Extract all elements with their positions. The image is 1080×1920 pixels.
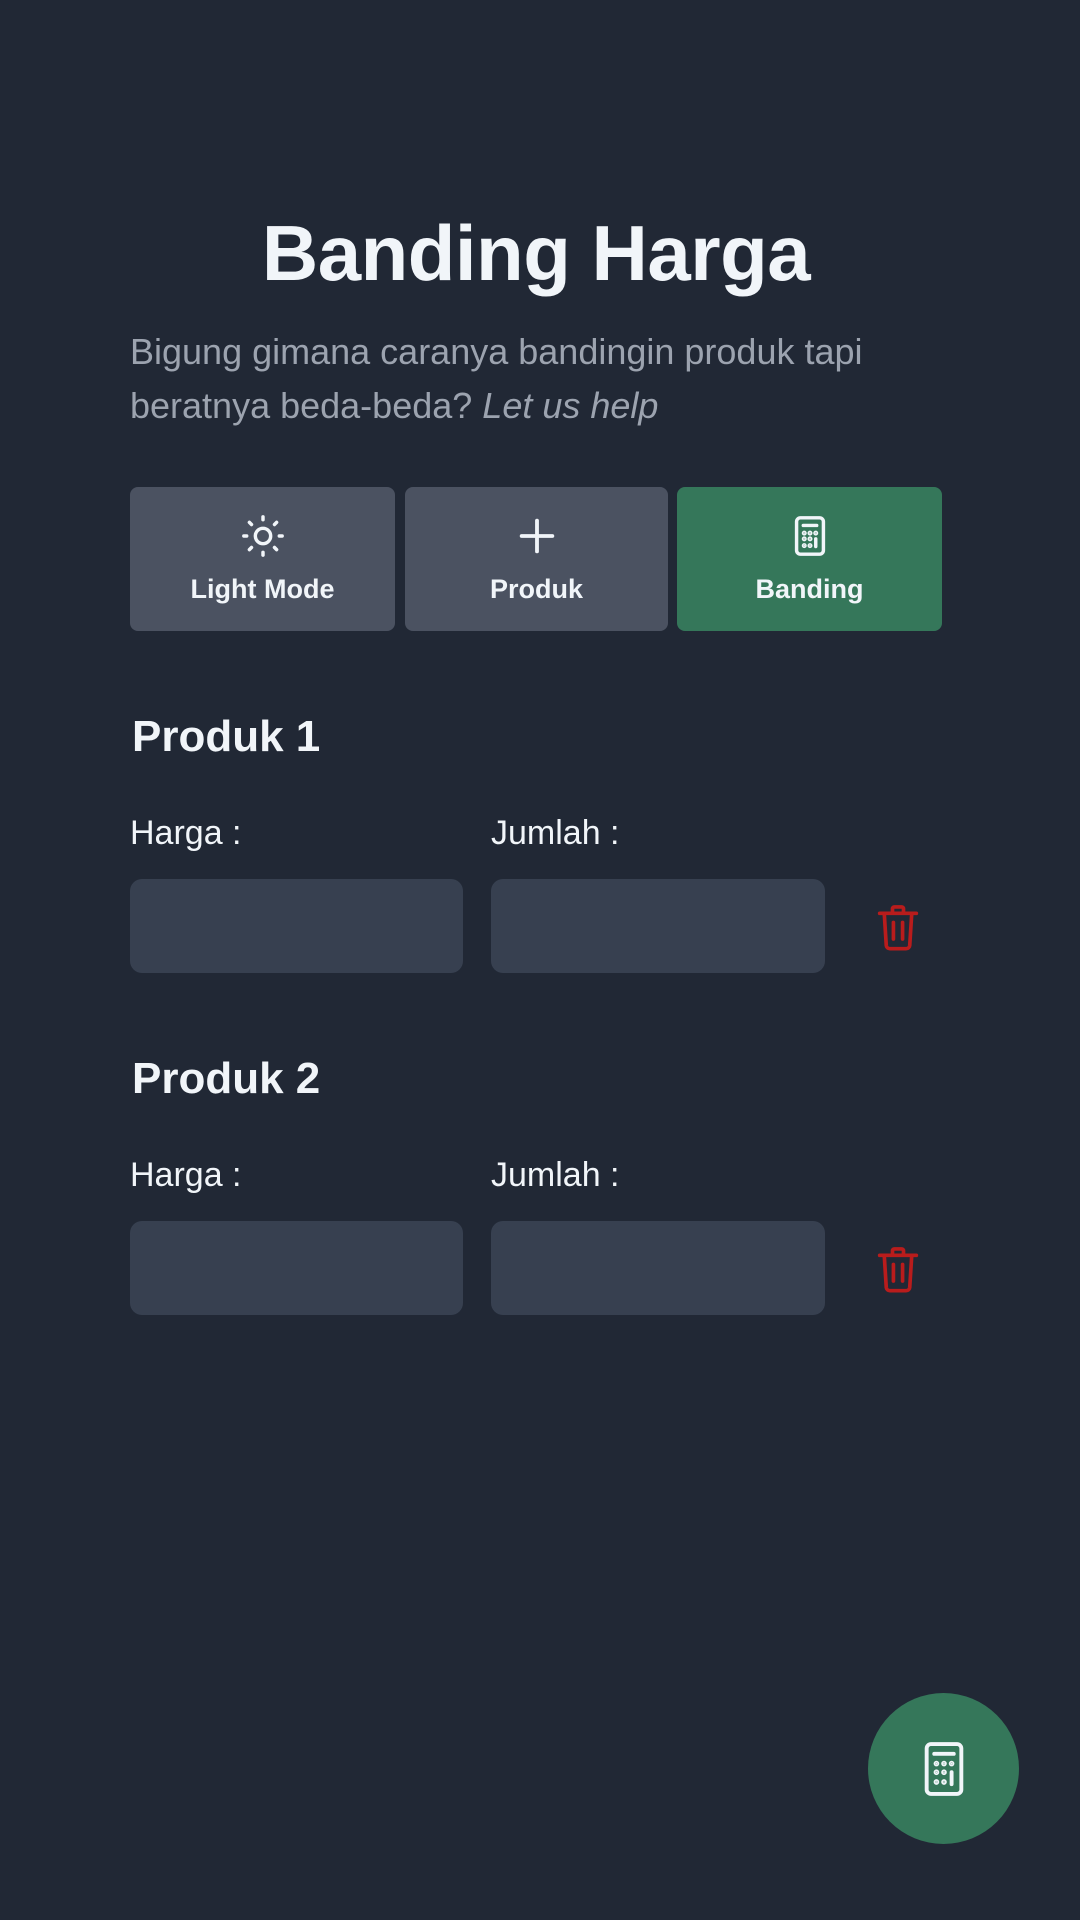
quantity-label: Jumlah : [491, 1156, 620, 1194]
add-product-button[interactable]: Produk [405, 487, 668, 631]
price-input[interactable] [130, 1221, 463, 1315]
calculator-icon [794, 516, 825, 556]
action-bar: Light Mode Produk Banding [130, 487, 942, 631]
delete-product-button[interactable] [870, 901, 926, 955]
price-label: Harga : [130, 814, 242, 852]
compare-label: Banding [755, 574, 864, 604]
price-label: Harga : [130, 1156, 242, 1194]
light-mode-button[interactable]: Light Mode [130, 487, 395, 631]
product-title: Produk 1 [132, 712, 321, 761]
page-subtitle: Bigung gimana caranya bandingin produk t… [130, 325, 942, 433]
plus-icon [519, 518, 554, 554]
trash-icon [877, 905, 919, 951]
quantity-input[interactable] [491, 879, 825, 973]
page-title: Banding Harga [261, 209, 811, 297]
delete-product-button[interactable] [870, 1243, 926, 1297]
light-mode-label: Light Mode [190, 574, 335, 604]
trash-icon [877, 1247, 919, 1293]
app-screen: Banding Harga Bigung gimana caranya band… [0, 0, 1080, 1920]
product-card: Produk 1 Harga : Jumlah : [130, 705, 942, 973]
add-product-label: Produk [489, 574, 583, 604]
calculator-icon [924, 1741, 963, 1796]
price-input[interactable] [130, 879, 463, 973]
product-card: Produk 2 Harga : Jumlah : [130, 1047, 942, 1315]
quantity-input[interactable] [491, 1221, 825, 1315]
quantity-label: Jumlah : [491, 814, 620, 852]
sun-icon [241, 515, 284, 557]
product-title: Produk 2 [132, 1054, 321, 1103]
floating-calculate-button[interactable] [868, 1693, 1019, 1844]
compare-button[interactable]: Banding [677, 487, 942, 631]
subtitle-emphasis: Let us help [482, 385, 659, 426]
